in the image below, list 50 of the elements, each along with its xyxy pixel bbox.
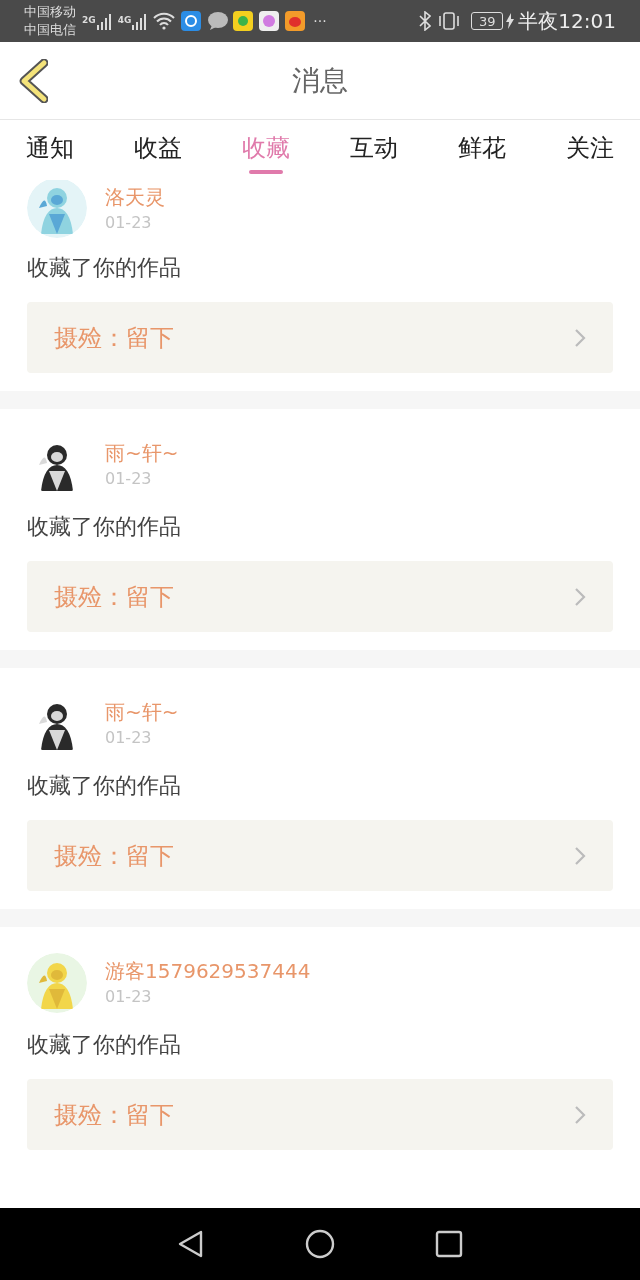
app-icon xyxy=(233,11,254,31)
recents-nav-icon[interactable] xyxy=(435,1230,463,1258)
signal-icon xyxy=(95,12,112,30)
chevron-right-icon xyxy=(574,845,586,866)
message-text: 收藏了你的作品 xyxy=(27,772,182,800)
user-name[interactable]: 游客1579629537444 xyxy=(105,957,311,985)
tab[interactable]: 通知 xyxy=(26,130,74,166)
app-icon xyxy=(259,11,280,31)
message-date: 01-23 xyxy=(105,727,153,749)
more-notifications: ··· xyxy=(313,11,327,31)
chat-bubble-icon xyxy=(207,11,230,31)
user-name[interactable]: 雨~轩~ xyxy=(105,698,179,726)
tab[interactable]: 关注 xyxy=(566,130,614,166)
chevron-right-icon xyxy=(574,586,586,607)
tab[interactable]: 收益 xyxy=(134,130,182,166)
charging-icon xyxy=(506,13,515,29)
wifi-icon xyxy=(153,12,176,30)
work-link[interactable]: 摄殓：留下 xyxy=(27,302,613,373)
tab[interactable]: 鲜花 xyxy=(458,130,506,166)
message-text: 收藏了你的作品 xyxy=(27,513,182,541)
network-type: 2G xyxy=(82,14,96,27)
signal-icon xyxy=(131,12,148,30)
chevron-right-icon xyxy=(574,1104,586,1125)
carrier-name: 中国移动 xyxy=(24,3,76,21)
message-text: 收藏了你的作品 xyxy=(27,1031,182,1059)
battery-icon: 39 xyxy=(471,12,504,30)
work-link[interactable]: 摄殓：留下 xyxy=(27,561,613,632)
home-nav-icon[interactable] xyxy=(305,1229,335,1259)
message-date: 01-23 xyxy=(105,212,153,234)
tab[interactable]: 互动 xyxy=(350,130,398,166)
work-link[interactable]: 摄殓：留下 xyxy=(27,1079,613,1150)
status-time: 半夜12:01 xyxy=(518,8,616,35)
bluetooth-icon xyxy=(419,11,432,31)
network-type: 4G xyxy=(117,14,132,27)
work-link[interactable]: 摄殓：留下 xyxy=(27,820,613,891)
message-text: 收藏了你的作品 xyxy=(27,254,182,282)
vibrate-icon xyxy=(437,11,462,31)
tab[interactable]: 收藏 xyxy=(242,130,290,166)
message-date: 01-23 xyxy=(105,468,153,490)
tab-indicator xyxy=(249,170,283,174)
carrier-name: 中国电信 xyxy=(24,21,76,39)
back-icon[interactable] xyxy=(18,59,48,103)
message-date: 01-23 xyxy=(105,986,153,1008)
app-icon xyxy=(285,11,306,31)
page-title: 消息 xyxy=(292,62,348,99)
user-name[interactable]: 洛天灵 xyxy=(105,183,165,211)
chevron-right-icon xyxy=(574,327,586,348)
back-nav-icon[interactable] xyxy=(177,1229,205,1259)
app-icon xyxy=(181,11,202,31)
user-name[interactable]: 雨~轩~ xyxy=(105,439,179,467)
